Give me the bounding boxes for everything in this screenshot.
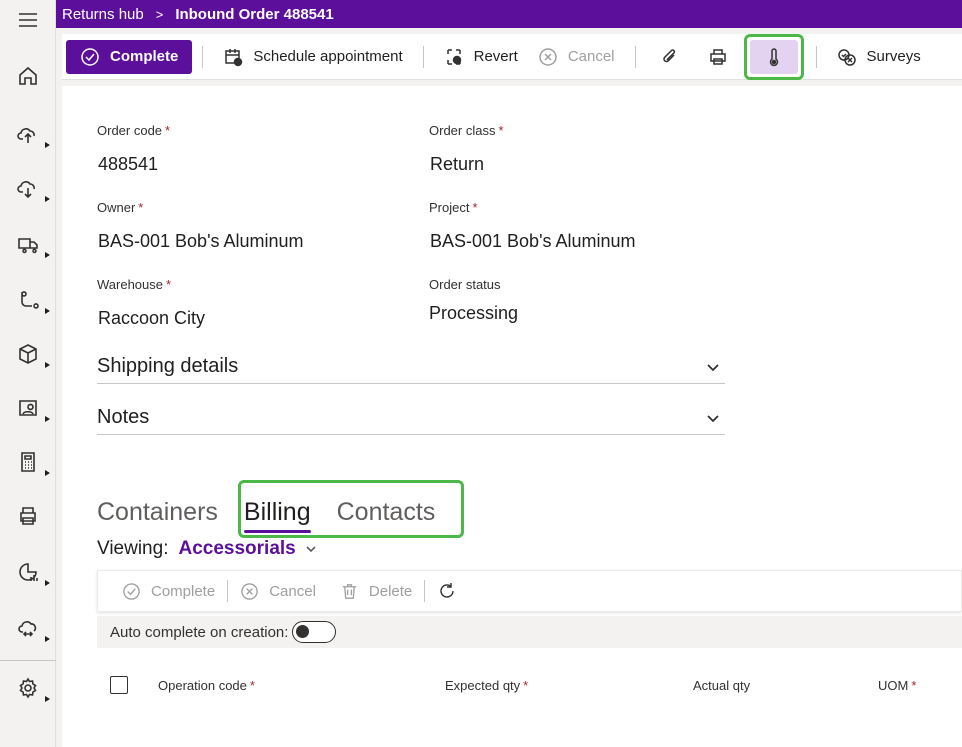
column-actual-qty[interactable]: Actual qty (693, 678, 750, 693)
analytics-icon[interactable] (0, 552, 56, 592)
complete-button[interactable]: Complete (66, 39, 193, 74)
package-icon[interactable] (0, 334, 56, 374)
order-class-value[interactable]: Return (430, 154, 484, 175)
auto-complete-row: Auto complete on creation: (97, 616, 962, 648)
warehouse-value[interactable]: Raccoon City (98, 308, 205, 329)
column-expected-qty[interactable]: Expected qty * (445, 678, 528, 693)
page-title: Inbound Order 488541 (175, 5, 334, 23)
grid-header: Operation code * Expected qty * Actual qty… (97, 670, 962, 700)
auto-complete-label: Auto complete on creation: (110, 623, 289, 641)
grid-toolbar: Complete Cancel Delete (97, 570, 962, 612)
revert-button[interactable]: Revert (434, 40, 528, 74)
breadcrumb-chevron-icon: > (155, 6, 164, 22)
project-value[interactable]: BAS-001 Bob's Aluminum (430, 231, 636, 252)
toolbar-divider (202, 45, 204, 68)
revert-label: Revert (473, 48, 518, 65)
survey-icon (837, 48, 856, 66)
grid-delete-button[interactable]: Delete (328, 582, 424, 601)
printer-icon[interactable] (0, 496, 56, 536)
grid-complete-label: Complete (151, 582, 216, 600)
trash-icon (342, 583, 357, 599)
thermometer-icon (769, 47, 778, 66)
view-selector[interactable]: Viewing: Accessorials (97, 538, 318, 560)
order-code-label: Order code * (97, 123, 171, 138)
calculator-icon[interactable] (0, 442, 56, 482)
tabs-highlight (238, 480, 464, 538)
refresh-icon (440, 583, 454, 598)
cloud-sync-icon[interactable] (0, 608, 56, 648)
toolbar-divider (634, 45, 636, 68)
order-class-label: Order class * (429, 123, 504, 138)
hamburger-menu-icon[interactable] (0, 0, 56, 40)
schedule-appointment-button[interactable]: Schedule appointment (213, 40, 412, 74)
surveys-label: Surveys (866, 48, 921, 65)
select-all-checkbox[interactable] (110, 676, 128, 694)
toolbar-divider (815, 45, 817, 68)
temperature-button-highlight (743, 33, 804, 80)
left-nav-rail (0, 0, 56, 747)
order-status-label: Order status (429, 277, 501, 292)
print-button[interactable] (694, 40, 742, 74)
warehouse-label: Warehouse * (97, 277, 172, 292)
chevron-down-icon (707, 363, 719, 371)
toggle-knob (296, 625, 310, 638)
top-bar: Returns hub > Inbound Order 488541 (56, 0, 962, 28)
outbound-upload-icon[interactable] (0, 114, 56, 154)
cancel-label: Cancel (567, 48, 615, 65)
cancel-circle-icon (539, 47, 557, 66)
workflow-icon[interactable] (0, 280, 56, 320)
grid-cancel-label: Cancel (269, 582, 316, 600)
chevron-down-icon (306, 546, 316, 553)
project-label: Project * (429, 200, 478, 215)
surveys-button[interactable]: Surveys (827, 40, 931, 74)
owner-label: Owner * (97, 200, 144, 215)
paperclip-icon (662, 48, 675, 62)
shipping-details-title: Shipping details (97, 355, 239, 377)
order-status-value: Processing (429, 303, 519, 323)
chevron-down-icon (707, 414, 719, 422)
temperature-button[interactable] (749, 39, 798, 74)
owner-value[interactable]: BAS-001 Bob's Aluminum (98, 231, 304, 252)
notes-title: Notes (97, 406, 150, 428)
inbound-download-icon[interactable] (0, 168, 56, 208)
column-uom[interactable]: UOM * (878, 678, 916, 693)
order-form: Order code * 488541 Order class * Return O… (62, 86, 962, 747)
auto-complete-toggle[interactable] (292, 621, 337, 643)
attach-button[interactable] (646, 40, 694, 74)
calendar-add-icon (225, 48, 243, 66)
revert-icon (446, 48, 461, 65)
command-toolbar: Complete Schedule appointment Revert Can… (62, 33, 962, 80)
grid-refresh-button[interactable] (425, 581, 469, 601)
checkmark-circle-icon (123, 582, 140, 600)
viewing-label: Viewing: (97, 538, 169, 559)
checkmark-circle-icon (81, 47, 99, 66)
printer-icon (709, 48, 726, 65)
contact-card-icon[interactable] (0, 388, 56, 428)
toolbar-divider (422, 45, 424, 68)
column-operation-code[interactable]: Operation code * (158, 678, 255, 693)
truck-icon[interactable] (0, 224, 56, 264)
shipping-details-section[interactable]: Shipping details (97, 350, 725, 384)
breadcrumb-returns-hub[interactable]: Returns hub (62, 6, 144, 23)
viewing-value[interactable]: Accessorials (178, 538, 295, 560)
cancel-button[interactable]: Cancel (528, 40, 625, 74)
order-code-value[interactable]: 488541 (98, 154, 158, 175)
rail-divider (0, 660, 56, 661)
complete-button-label: Complete (110, 48, 179, 65)
grid-complete-button[interactable]: Complete (110, 582, 227, 601)
tab-containers[interactable]: Containers (97, 498, 218, 527)
settings-gear-icon[interactable] (0, 668, 56, 708)
schedule-appointment-label: Schedule appointment (253, 48, 403, 65)
notes-section[interactable]: Notes (97, 401, 725, 435)
grid-delete-label: Delete (368, 582, 413, 600)
cancel-circle-icon (241, 582, 258, 600)
grid-cancel-button[interactable]: Cancel (228, 582, 328, 601)
home-icon[interactable] (0, 56, 56, 96)
